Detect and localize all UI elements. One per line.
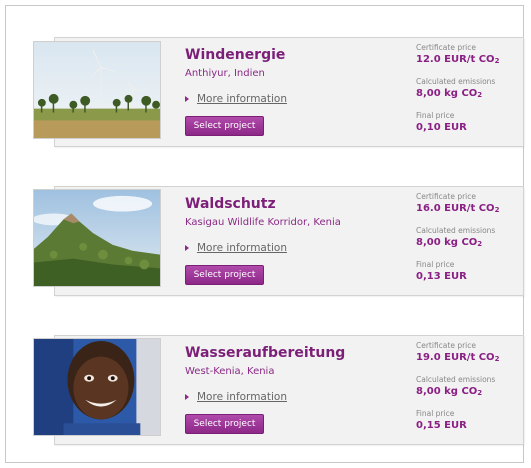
- calculated-emissions-value: 8,00 kg CO2: [416, 386, 483, 397]
- price-info: Certificate price 16.0 EUR/t CO2 Calcula…: [416, 192, 499, 292]
- select-project-button[interactable]: Select project: [185, 116, 264, 136]
- price-info: Certificate price 19.0 EUR/t CO2 Calcula…: [416, 341, 499, 441]
- final-price-value: 0,10 EUR: [416, 122, 467, 133]
- certificate-price-label: Certificate price: [416, 43, 477, 52]
- more-information-link[interactable]: More information: [197, 391, 287, 403]
- certificate-price-label: Certificate price: [416, 341, 477, 350]
- final-price-value: 0,15 EUR: [416, 420, 467, 431]
- project-list-panel: Windenergie Anthiyur, Indien More inform…: [5, 5, 524, 463]
- project-title: Waldschutz: [185, 196, 276, 212]
- project-location: Kasigau Wildlife Korridor, Kenia: [185, 217, 341, 228]
- calculated-emissions-label: Calculated emissions: [416, 77, 496, 86]
- arrow-right-icon: [185, 394, 189, 400]
- more-information-row: More information: [185, 242, 287, 254]
- final-price-label: Final price: [416, 260, 455, 269]
- price-info: Certificate price 12.0 EUR/t CO2 Calcula…: [416, 43, 499, 143]
- calculated-emissions-label: Calculated emissions: [416, 226, 496, 235]
- project-location: Anthiyur, Indien: [185, 68, 265, 79]
- wind-turbines-photo: [33, 41, 161, 139]
- calculated-emissions-value: 8,00 kg CO2: [416, 237, 483, 248]
- certificate-price-value: 16.0 EUR/t CO2: [416, 203, 500, 214]
- more-information-row: More information: [185, 391, 287, 403]
- smiling-child-photo: [33, 338, 161, 436]
- calculated-emissions-label: Calculated emissions: [416, 375, 496, 384]
- final-price-value: 0,13 EUR: [416, 271, 467, 282]
- final-price-label: Final price: [416, 409, 455, 418]
- final-price-label: Final price: [416, 111, 455, 120]
- certificate-price-label: Certificate price: [416, 192, 477, 201]
- certificate-price-value: 19.0 EUR/t CO2: [416, 352, 500, 363]
- certificate-price-value: 12.0 EUR/t CO2: [416, 54, 500, 65]
- more-information-row: More information: [185, 93, 287, 105]
- project-location: West-Kenia, Kenia: [185, 366, 275, 377]
- select-project-button[interactable]: Select project: [185, 265, 264, 285]
- forest-hill-photo: [33, 189, 161, 287]
- more-information-link[interactable]: More information: [197, 242, 287, 254]
- arrow-right-icon: [185, 96, 189, 102]
- select-project-button[interactable]: Select project: [185, 414, 264, 434]
- project-title: Wasseraufbereitung: [185, 345, 346, 361]
- more-information-link[interactable]: More information: [197, 93, 287, 105]
- arrow-right-icon: [185, 245, 189, 251]
- project-title: Windenergie: [185, 47, 286, 63]
- calculated-emissions-value: 8,00 kg CO2: [416, 88, 483, 99]
